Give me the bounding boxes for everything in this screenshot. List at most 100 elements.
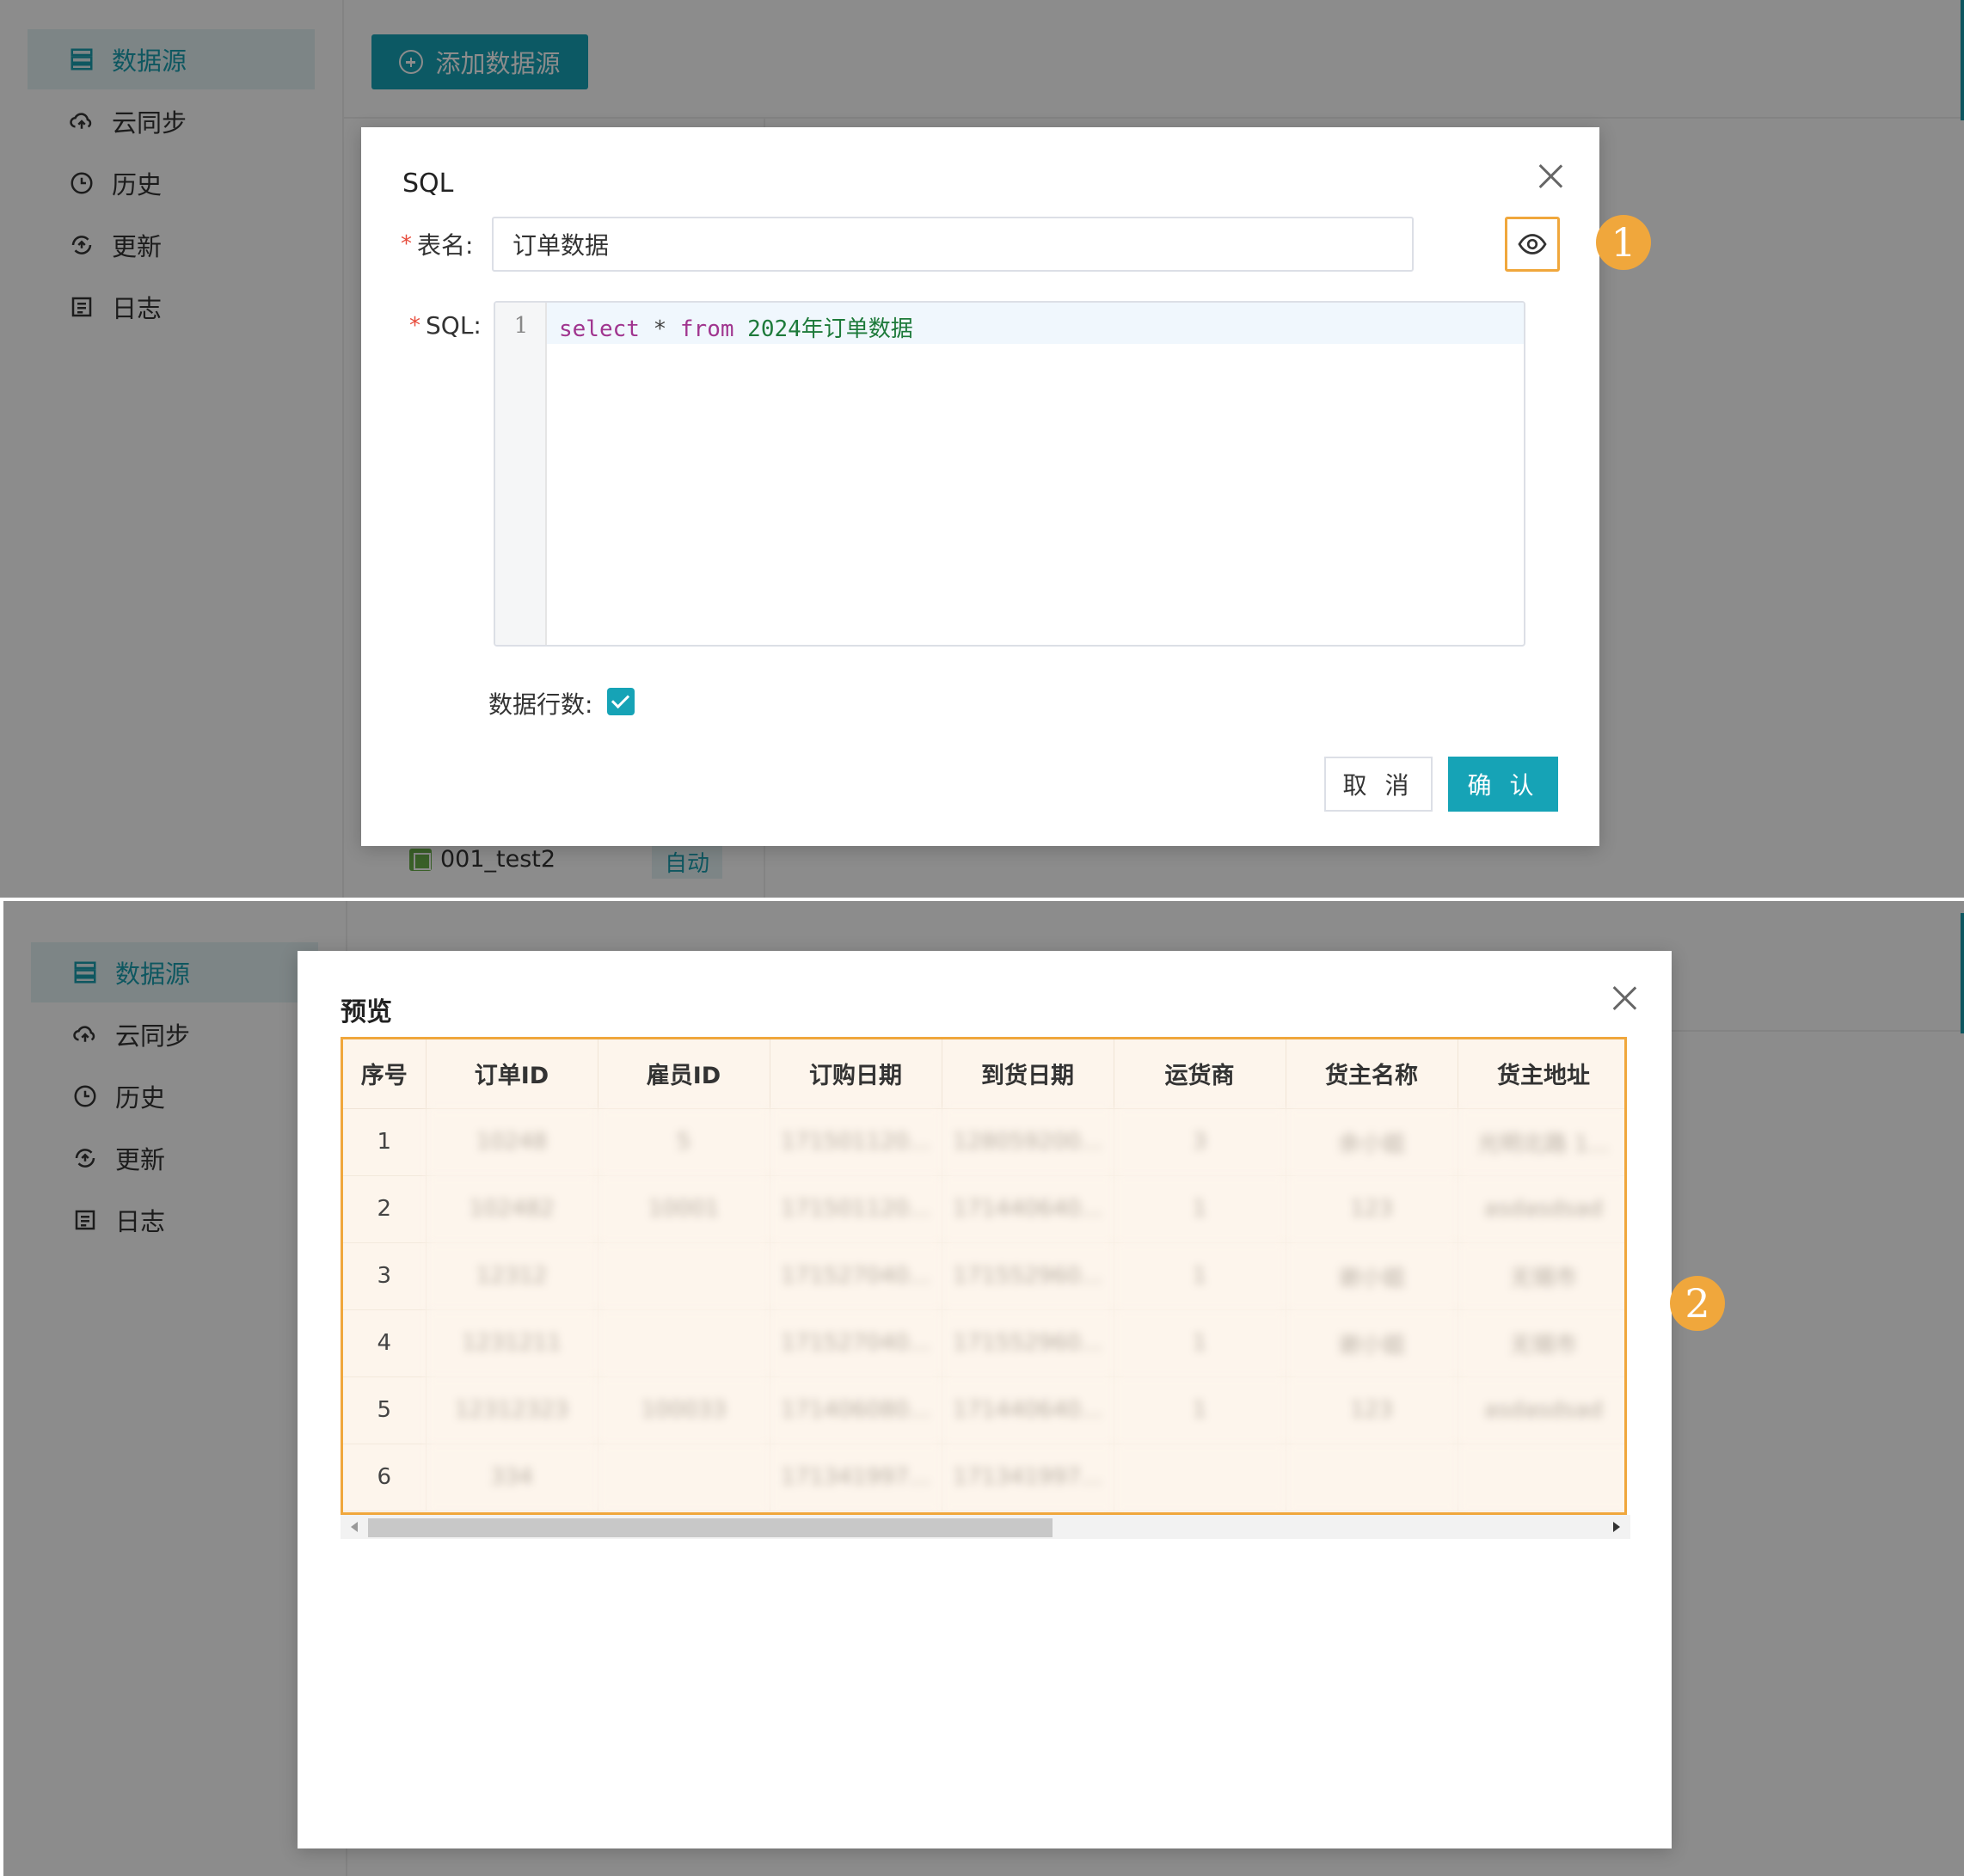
table-name-input[interactable]: 订单数据 <box>492 217 1414 272</box>
code-keyword: select <box>559 316 640 342</box>
row-index-cell: 5 <box>343 1376 427 1444</box>
table-cell: 1 <box>1114 1376 1286 1444</box>
table-row[interactable]: 2 102482 10001 171501120... 171440640... 1 123… <box>343 1175 1624 1243</box>
table-cell <box>598 1242 770 1310</box>
row-index-cell: 3 <box>343 1242 427 1310</box>
table-cell: 1 <box>1114 1242 1286 1310</box>
table-row[interactable]: 1 10248 5 171501120... 128059200... 3 余小姐 光明北路 … <box>343 1108 1624 1176</box>
step-badge-2: 2 <box>1670 1276 1725 1331</box>
table-cell: 无锡市 <box>1458 1309 1624 1377</box>
table-cell: 171406080... <box>770 1376 942 1444</box>
scroll-left-icon[interactable] <box>351 1522 358 1532</box>
table-cell: 171501120... <box>770 1175 942 1243</box>
preview-dialog: 预览 序号 订单ID 雇员ID 订购日期 到货日期 运货商 货主名称 货主地址 … <box>298 951 1672 1848</box>
dialog-title: SQL <box>402 169 454 199</box>
column-header[interactable]: 货主名称 <box>1286 1039 1458 1109</box>
table-cell: 123 <box>1286 1175 1458 1243</box>
table-cell: 12312323 <box>426 1376 598 1444</box>
scroll-thumb[interactable] <box>368 1518 1053 1537</box>
preview-button[interactable] <box>1505 217 1560 272</box>
table-header-row: 序号 订单ID 雇员ID 订购日期 到货日期 运货商 货主名称 货主地址 <box>343 1039 1624 1109</box>
table-row[interactable]: 4 1231211 171527040... 171552960... 1 谢小姐 无锡市 <box>343 1309 1624 1377</box>
table-cell: 1 <box>1114 1175 1286 1243</box>
code-line: select * from 2024年订单数据 <box>559 311 913 343</box>
table-cell: 171552960... <box>942 1309 1114 1377</box>
table-cell: 171341997... <box>770 1444 942 1511</box>
editor-gutter: 1 <box>495 303 547 645</box>
table-cell: 171501120... <box>770 1108 942 1176</box>
column-header[interactable]: 运货商 <box>1114 1039 1286 1109</box>
sql-dialog: SQL * 表名: 订单数据 * SQL: 1 select * from 20… <box>361 127 1599 846</box>
table-cell: 10248 <box>426 1108 598 1176</box>
cancel-button[interactable]: 取 消 <box>1324 757 1433 812</box>
table-cell: 5 <box>598 1108 770 1176</box>
table-cell: 1 <box>1114 1309 1286 1377</box>
table-cell <box>1458 1444 1624 1511</box>
column-header[interactable]: 雇员ID <box>598 1039 770 1109</box>
dialog-title: 预览 <box>341 997 392 1027</box>
table-cell: 1231211 <box>426 1309 598 1377</box>
panel-preview-dialog: 数据源 云同步 历史 更新 日志 预览 序号 订单ID 雇员ID 订购日期 到货… <box>3 901 1964 1876</box>
step-badge-1: 1 <box>1596 215 1651 270</box>
table-cell: 171527040... <box>770 1309 942 1377</box>
table-cell: 171552960... <box>942 1242 1114 1310</box>
table-row[interactable]: 6 334 171341997... 171341997... <box>343 1444 1624 1511</box>
table-cell <box>1114 1444 1286 1511</box>
table-cell: 123 <box>1286 1376 1458 1444</box>
column-header[interactable]: 订单ID <box>426 1039 598 1109</box>
column-header[interactable]: 货主地址 <box>1458 1039 1624 1109</box>
table-cell: 谢小姐 <box>1286 1242 1458 1310</box>
panel-sql-dialog: 数据源 云同步 历史 更新 日志 添加数据源 001_test2 自动 SQL … <box>0 0 1964 898</box>
table-name-label: * 表名: <box>401 227 473 261</box>
table-cell: 3 <box>1114 1108 1286 1176</box>
table-cell: 余小姐 <box>1286 1108 1458 1176</box>
sql-label: * SQL: <box>409 311 482 340</box>
column-header[interactable]: 订购日期 <box>770 1039 942 1109</box>
table-cell: 12312 <box>426 1242 598 1310</box>
table-cell: 171527040... <box>770 1242 942 1310</box>
table-cell: asdasdsad <box>1458 1376 1624 1444</box>
table-row[interactable]: 5 12312323 100033 171406080... 171440640... 1… <box>343 1376 1624 1444</box>
code-identifier: 2024年订单数据 <box>733 316 913 342</box>
preview-table: 序号 订单ID 雇员ID 订购日期 到货日期 运货商 货主名称 货主地址 1 10… <box>341 1037 1627 1515</box>
eye-icon <box>1518 234 1547 254</box>
row-count-checkbox[interactable] <box>607 688 635 715</box>
table-cell <box>598 1444 770 1511</box>
code-operator: * <box>639 316 680 342</box>
row-index-cell: 2 <box>343 1175 427 1243</box>
scroll-right-icon[interactable] <box>1613 1522 1620 1532</box>
table-name-label-text: 表名: <box>417 231 474 260</box>
table-cell: 无锡市 <box>1458 1242 1624 1310</box>
table-cell: 171341997... <box>942 1444 1114 1511</box>
horizontal-scrollbar[interactable] <box>341 1515 1630 1539</box>
table-cell: 102482 <box>426 1175 598 1243</box>
close-icon[interactable] <box>1537 163 1563 189</box>
column-header[interactable]: 序号 <box>343 1039 427 1109</box>
required-mark: * <box>409 312 420 339</box>
column-header[interactable]: 到货日期 <box>942 1039 1114 1109</box>
confirm-button[interactable]: 确 认 <box>1448 757 1558 812</box>
table-cell: 光明北路 1... <box>1458 1108 1624 1176</box>
code-keyword: from <box>679 316 734 342</box>
row-index-cell: 1 <box>343 1108 427 1176</box>
close-icon[interactable] <box>1611 985 1637 1011</box>
sql-code-editor[interactable]: 1 select * from 2024年订单数据 <box>494 301 1525 647</box>
line-number: 1 <box>513 313 529 339</box>
row-index-cell: 6 <box>343 1444 427 1511</box>
table-cell: 171440640... <box>942 1175 1114 1243</box>
table-cell <box>598 1309 770 1377</box>
table-cell: asdasdsad <box>1458 1175 1624 1243</box>
table-row[interactable]: 3 12312 171527040... 171552960... 1 谢小姐 无锡市 <box>343 1242 1624 1310</box>
table-cell <box>1286 1444 1458 1511</box>
table-cell: 334 <box>426 1444 598 1511</box>
sql-label-text: SQL: <box>426 311 482 340</box>
row-count-label: 数据行数: <box>488 690 593 719</box>
table-name-value: 订单数据 <box>512 231 610 260</box>
table-cell: 100033 <box>598 1376 770 1444</box>
table-cell: 10001 <box>598 1175 770 1243</box>
table-cell: 171440640... <box>942 1376 1114 1444</box>
row-index-cell: 4 <box>343 1309 427 1377</box>
required-mark: * <box>401 231 412 257</box>
table-cell: 128059200... <box>942 1108 1114 1176</box>
table-cell: 谢小姐 <box>1286 1309 1458 1377</box>
